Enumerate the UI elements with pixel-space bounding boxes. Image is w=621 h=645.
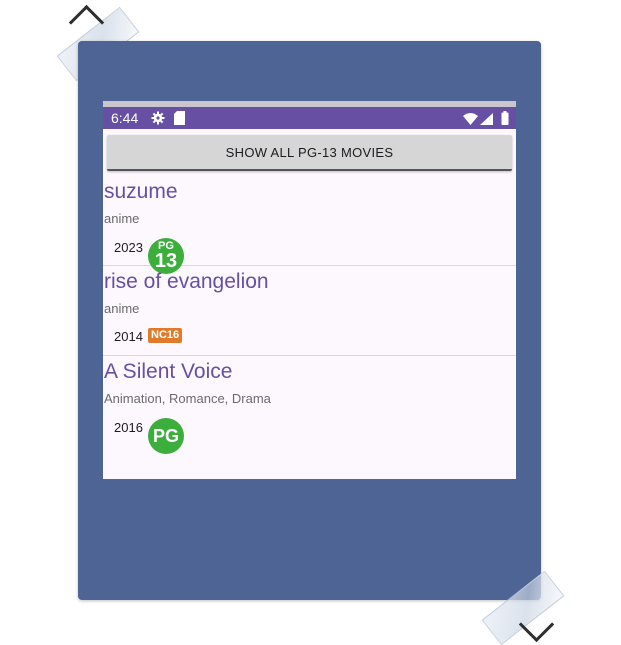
movie-genre: Animation, Romance, Drama bbox=[104, 391, 271, 406]
movie-genre: anime bbox=[104, 301, 140, 316]
movie-year: 2014 bbox=[114, 329, 143, 344]
rating-nc16-badge: NC16 bbox=[148, 328, 183, 343]
sd-card-icon bbox=[174, 111, 185, 130]
movie-title: suzume bbox=[104, 180, 178, 203]
movie-title: rise of evangelion bbox=[104, 270, 269, 293]
phone-screen: 6:44 SHOW ALL PG-13 MOVIES suzume anime … bbox=[103, 101, 516, 479]
gear-icon bbox=[151, 111, 165, 130]
movie-item-a-silent-voice[interactable]: A Silent Voice Animation, Romance, Drama… bbox=[103, 356, 516, 454]
movie-list: suzume anime 2023 PG 13 rise of evangeli… bbox=[103, 176, 516, 454]
wifi-icon bbox=[463, 112, 478, 130]
movie-item-suzume[interactable]: suzume anime 2023 PG 13 bbox=[103, 176, 516, 274]
status-bar: 6:44 bbox=[103, 107, 516, 129]
status-time: 6:44 bbox=[111, 110, 139, 126]
movie-item-rise-of-evangelion[interactable]: rise of evangelion anime 2014 NC16 bbox=[103, 266, 516, 356]
movie-year: 2016 bbox=[114, 420, 143, 435]
rating-pg-icon: PG bbox=[148, 418, 184, 454]
show-all-pg13-button[interactable]: SHOW ALL PG-13 MOVIES bbox=[107, 135, 512, 171]
movie-year: 2023 bbox=[114, 240, 143, 255]
signal-icon bbox=[480, 112, 493, 130]
battery-icon bbox=[501, 111, 509, 130]
movie-title: A Silent Voice bbox=[104, 360, 233, 383]
movie-genre: anime bbox=[104, 211, 140, 226]
